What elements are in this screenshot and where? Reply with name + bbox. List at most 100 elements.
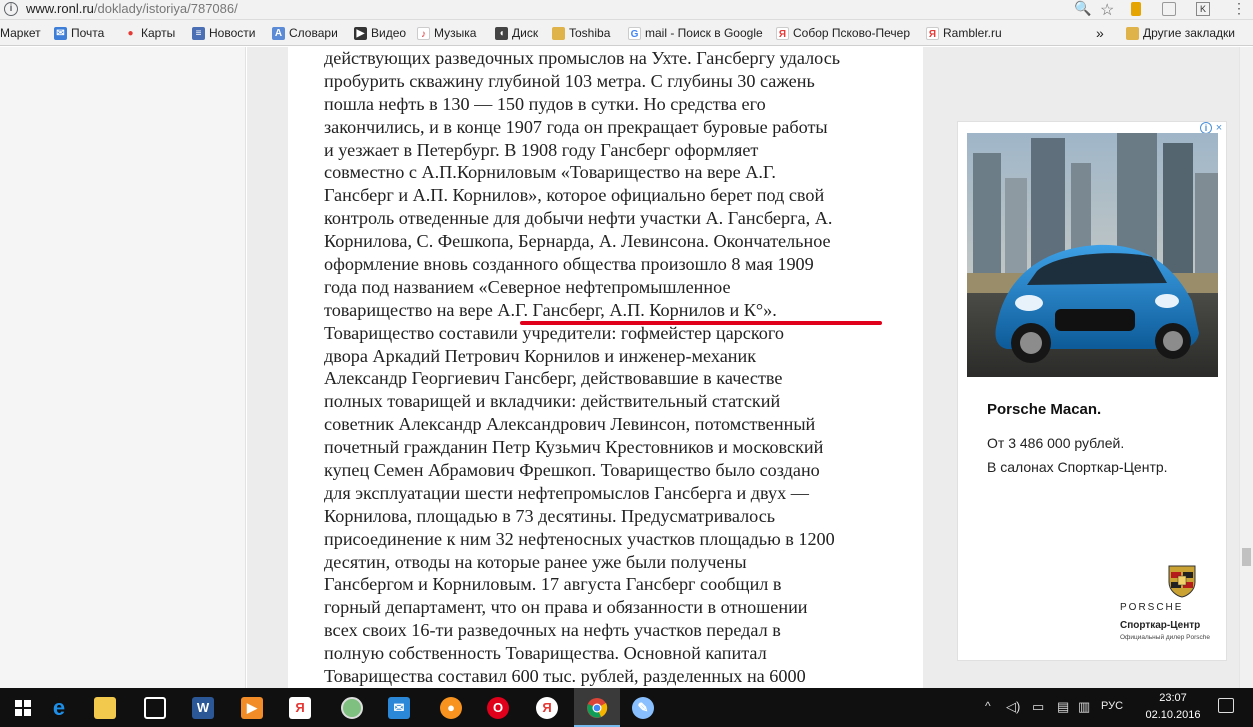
chrome-icon [587, 697, 608, 718]
word-icon: W [192, 696, 214, 719]
article-line: Товарищество составили учредители: гофме… [324, 322, 784, 343]
folder-icon [552, 26, 565, 40]
network-icon[interactable]: ▤ [1057, 699, 1069, 715]
address-bar[interactable]: i www.ronl.ru/doklady/istoriya/787086/ 🔍… [0, 0, 1253, 20]
volume-icon[interactable]: ◁) [1006, 699, 1020, 715]
ad-brand: PORSCHE [1120, 602, 1184, 613]
article-text: действующих разведочных промыслов на Ухт… [324, 47, 894, 688]
article-line: почетный гражданин Петр Кузьмич Крестовн… [324, 437, 824, 458]
taskbar-edge[interactable]: e [36, 688, 82, 727]
advertisement[interactable]: i × Porsche Macan. От 3 486 000 рублей. … [957, 121, 1227, 661]
clock-date[interactable]: 02.10.2016 [1140, 709, 1206, 721]
article-line: горный департамент, что он права и обяза… [324, 597, 808, 618]
odnoklassniki-icon: ● [440, 696, 462, 719]
ad-dealer-subtitle: Официальный дилер Porsche [1120, 634, 1210, 641]
bookmark-label: Видео [371, 26, 407, 40]
yandex-browser-icon: Я [289, 696, 311, 719]
taskbar-opera[interactable]: O [475, 688, 521, 727]
bookmark-label: Собор Псково-Печер [793, 26, 910, 40]
bookmark-label: Другие закладки [1143, 26, 1235, 40]
opera-icon: O [487, 696, 509, 719]
article-line: присоединение к ним 32 нефтеносных участ… [324, 528, 835, 549]
bookmark-label: Новости [209, 26, 256, 40]
taskbar-app[interactable] [329, 688, 375, 727]
taskbar-media[interactable]: ▶ [229, 688, 275, 727]
car-photo[interactable] [967, 133, 1218, 377]
bookmark-music[interactable]: ♪ Музыка [417, 25, 476, 41]
article-line: полную собственность Товарищества. Основ… [324, 643, 767, 664]
clock-time[interactable]: 23:07 [1148, 692, 1198, 704]
article-line: действующих разведочных промыслов на Ухт… [324, 48, 841, 68]
bookmark-label: Карты [141, 26, 176, 40]
folder-icon [1126, 26, 1139, 40]
ad-title[interactable]: Porsche Macan. [987, 401, 1101, 418]
music-icon: ♪ [417, 26, 430, 40]
bookmark-label: Музыка [434, 26, 477, 40]
extension-icon[interactable]: K [1196, 2, 1210, 16]
bookmark-dictionary[interactable]: A Словари [272, 25, 338, 41]
taskbar-odnoklassniki[interactable]: ● [428, 688, 474, 727]
article-line: пошла нефть в 130 — 150 пудов в сутки. Н… [324, 93, 766, 114]
url-path: /doklady/istoriya/787086/ [93, 1, 238, 16]
taskbar-store[interactable] [132, 688, 178, 727]
bookmark-sobor[interactable]: Я Собор Псково-Печер [776, 25, 918, 41]
article-line: товарищество на вере А.Г. Гансберг, А.П.… [324, 299, 777, 320]
article-line: года под названием «Северное нефтепромыш… [324, 276, 731, 297]
language-indicator[interactable]: РУС [1101, 700, 1123, 712]
bookmark-label: Rambler.ru [943, 26, 1002, 40]
bookmark-label: Почта [71, 26, 105, 40]
car-image [967, 133, 1218, 377]
app-circle-icon [341, 696, 363, 719]
taskbar-yandex-browser[interactable]: Я [277, 688, 323, 727]
ad-location: В салонах Спорткар-Центр. [987, 459, 1168, 475]
bookmark-mail[interactable]: ✉ Почта [54, 25, 104, 41]
url-text[interactable]: www.ronl.ru/doklady/istoriya/787086/ [26, 1, 238, 16]
article-line: всех своих 16-ти разведочных на нефть уч… [324, 620, 781, 641]
taskbar-explorer[interactable] [82, 688, 128, 727]
bookmark-label: Диск [512, 26, 539, 40]
menu-icon[interactable]: ⋮ [1232, 0, 1246, 17]
bookmark-rambler[interactable]: Я Rambler.ru [926, 25, 1002, 41]
zoom-icon[interactable]: 🔍 [1074, 0, 1091, 17]
map-pin-icon: ● [127, 27, 134, 39]
article-line: для эксплуатации шести нефтепромыслов Га… [324, 482, 809, 503]
tray-expand-icon[interactable]: ^ [985, 699, 991, 713]
media-player-icon: ▶ [241, 696, 263, 719]
taskbar-yandex[interactable]: Я [524, 688, 570, 727]
extension-icon[interactable] [1131, 2, 1141, 16]
article-line: Гансбергом и Корниловым. 17 августа Ганс… [324, 574, 782, 595]
bookmark-google-mail[interactable]: Gmail - Поиск в Google [628, 25, 764, 41]
porsche-crest-icon [1168, 565, 1196, 598]
info-icon[interactable]: i [4, 2, 18, 16]
scrollbar[interactable] [1239, 47, 1253, 688]
star-icon[interactable]: ☆ [1100, 0, 1114, 20]
article: действующих разведочных промыслов на Ухт… [288, 47, 923, 688]
taskbar-paint[interactable]: ✎ [620, 688, 666, 727]
extension-icon[interactable] [1162, 2, 1176, 16]
article-line: Корнилова, С. Фешкопа, Бернарда, А. Леви… [324, 231, 831, 252]
article-line: советник Александр Александрович Левинсо… [324, 414, 816, 435]
notifications-icon[interactable] [1218, 698, 1234, 713]
bookmark-label: mail - Поиск в Google [645, 26, 763, 40]
taskbar-mail[interactable]: ✉ [376, 688, 422, 727]
news-icon: ≡ [192, 26, 205, 40]
yandex-icon: Я [536, 696, 558, 719]
taskbar-chrome[interactable] [574, 688, 620, 727]
scrollbar-thumb[interactable] [1242, 548, 1251, 566]
bookmark-market[interactable]: Маркет [0, 25, 41, 41]
explorer-icon [94, 696, 116, 719]
bookmark-maps[interactable]: ● Карты [124, 25, 175, 41]
red-underline-annotation [520, 321, 882, 325]
yandex-icon: Я [776, 26, 789, 40]
bookmark-other[interactable]: Другие закладки [1126, 25, 1235, 41]
bookmark-disk[interactable]: ◖ Диск [495, 25, 538, 41]
battery-icon[interactable]: ▭ [1032, 699, 1044, 715]
bookmarks-overflow[interactable]: » [1096, 25, 1104, 41]
bookmark-label: Маркет [0, 26, 41, 40]
bookmark-toshiba[interactable]: Toshiba [552, 25, 610, 41]
bookmark-news[interactable]: ≡ Новости [192, 25, 255, 41]
keyboard-icon[interactable]: ▥ [1078, 699, 1090, 715]
video-icon: ▶ [354, 26, 367, 40]
taskbar-word[interactable]: W [180, 688, 226, 727]
bookmark-video[interactable]: ▶ Видео [354, 25, 406, 41]
